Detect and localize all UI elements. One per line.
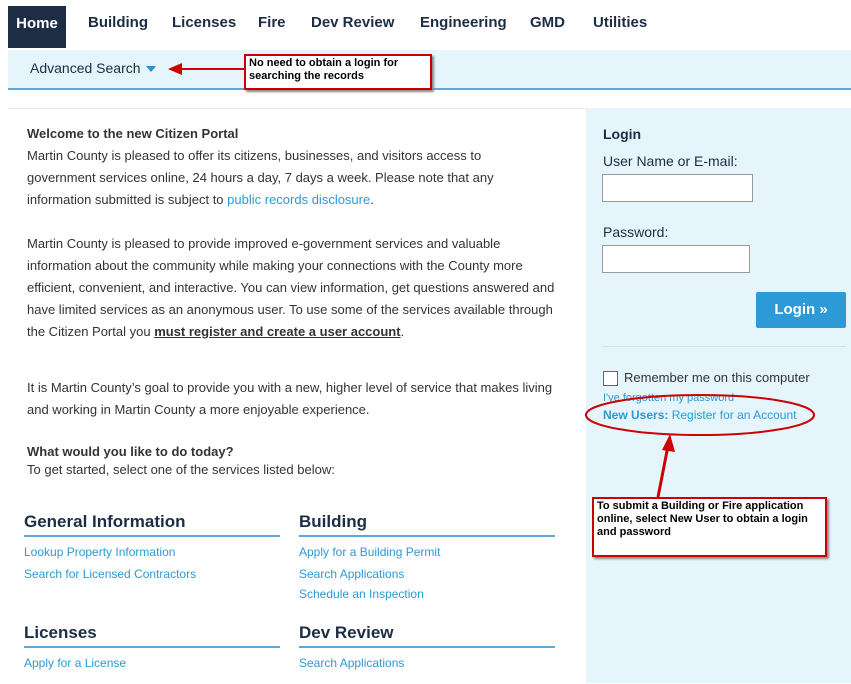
register-account-link[interactable]: must register and create a user account (154, 324, 400, 339)
todo-subtitle: To get started, select one of the servic… (27, 462, 335, 477)
devreview-search-applications-link[interactable]: Search Applications (299, 656, 404, 670)
login-panel: Login User Name or E-mail: Password: Log… (586, 108, 851, 683)
username-label: User Name or E-mail: (603, 153, 738, 169)
register-link[interactable]: Register for an Account (672, 408, 797, 422)
section-devreview-title: Dev Review (299, 623, 394, 642)
tab-utilities[interactable]: Utilities (593, 14, 647, 31)
welcome-title: Welcome to the new Citizen Portal (27, 126, 239, 141)
caret-down-icon (145, 66, 156, 73)
apply-building-permit-link[interactable]: Apply for a Building Permit (299, 545, 440, 559)
username-input[interactable] (602, 174, 753, 202)
section-general-rule (24, 535, 280, 537)
section-licenses-title: Licenses (24, 623, 97, 642)
welcome-paragraph-2: Martin County is pleased to provide impr… (27, 233, 557, 343)
public-records-link[interactable]: public records disclosure (227, 192, 370, 207)
tab-home[interactable]: Home (8, 6, 66, 48)
login-separator (603, 346, 846, 347)
tab-gmd[interactable]: GMD (530, 14, 565, 31)
new-users-label: New Users: (603, 408, 669, 422)
apply-license-link[interactable]: Apply for a License (24, 656, 126, 670)
forgot-password-link[interactable]: I've forgotten my password (603, 392, 734, 404)
new-users-row: New Users: Register for an Account (603, 408, 796, 422)
tab-dev-review[interactable]: Dev Review (311, 14, 394, 31)
tab-building[interactable]: Building (88, 14, 148, 31)
tab-fire[interactable]: Fire (258, 14, 286, 31)
schedule-inspection-link[interactable]: Schedule an Inspection (299, 587, 424, 601)
section-licenses-rule (24, 646, 280, 648)
remember-checkbox[interactable] (603, 371, 618, 386)
password-label: Password: (603, 224, 669, 240)
tab-licenses[interactable]: Licenses (172, 14, 236, 31)
section-devreview-rule (299, 646, 555, 648)
welcome-paragraph-1: Martin County is pleased to offer its ci… (27, 145, 552, 211)
password-input[interactable] (602, 245, 750, 273)
section-building-rule (299, 535, 555, 537)
login-button[interactable]: Login » (756, 292, 846, 328)
callout-bottom: To submit a Building or Fire application… (592, 497, 827, 557)
section-general-title: General Information (24, 512, 186, 531)
advanced-search-label: Advanced Search (30, 60, 141, 76)
top-nav: Home Building Licenses Fire Dev Review E… (0, 0, 851, 48)
remember-label: Remember me on this computer (624, 370, 810, 385)
welcome-p2-end: . (400, 324, 405, 339)
main-content: Welcome to the new Citizen Portal Martin… (8, 108, 586, 684)
search-contractors-link[interactable]: Search for Licensed Contractors (24, 567, 196, 581)
welcome-paragraph-3: It is Martin County’s goal to provide yo… (27, 380, 553, 417)
welcome-p1-end: . (370, 192, 374, 207)
callout-top: No need to obtain a login for searching … (244, 54, 432, 90)
building-search-applications-link[interactable]: Search Applications (299, 567, 404, 581)
lookup-property-link[interactable]: Lookup Property Information (24, 545, 175, 559)
tab-engineering[interactable]: Engineering (420, 14, 507, 31)
login-title: Login (603, 126, 642, 142)
section-building-title: Building (299, 512, 367, 531)
advanced-search-menu[interactable]: Advanced Search (30, 60, 156, 76)
